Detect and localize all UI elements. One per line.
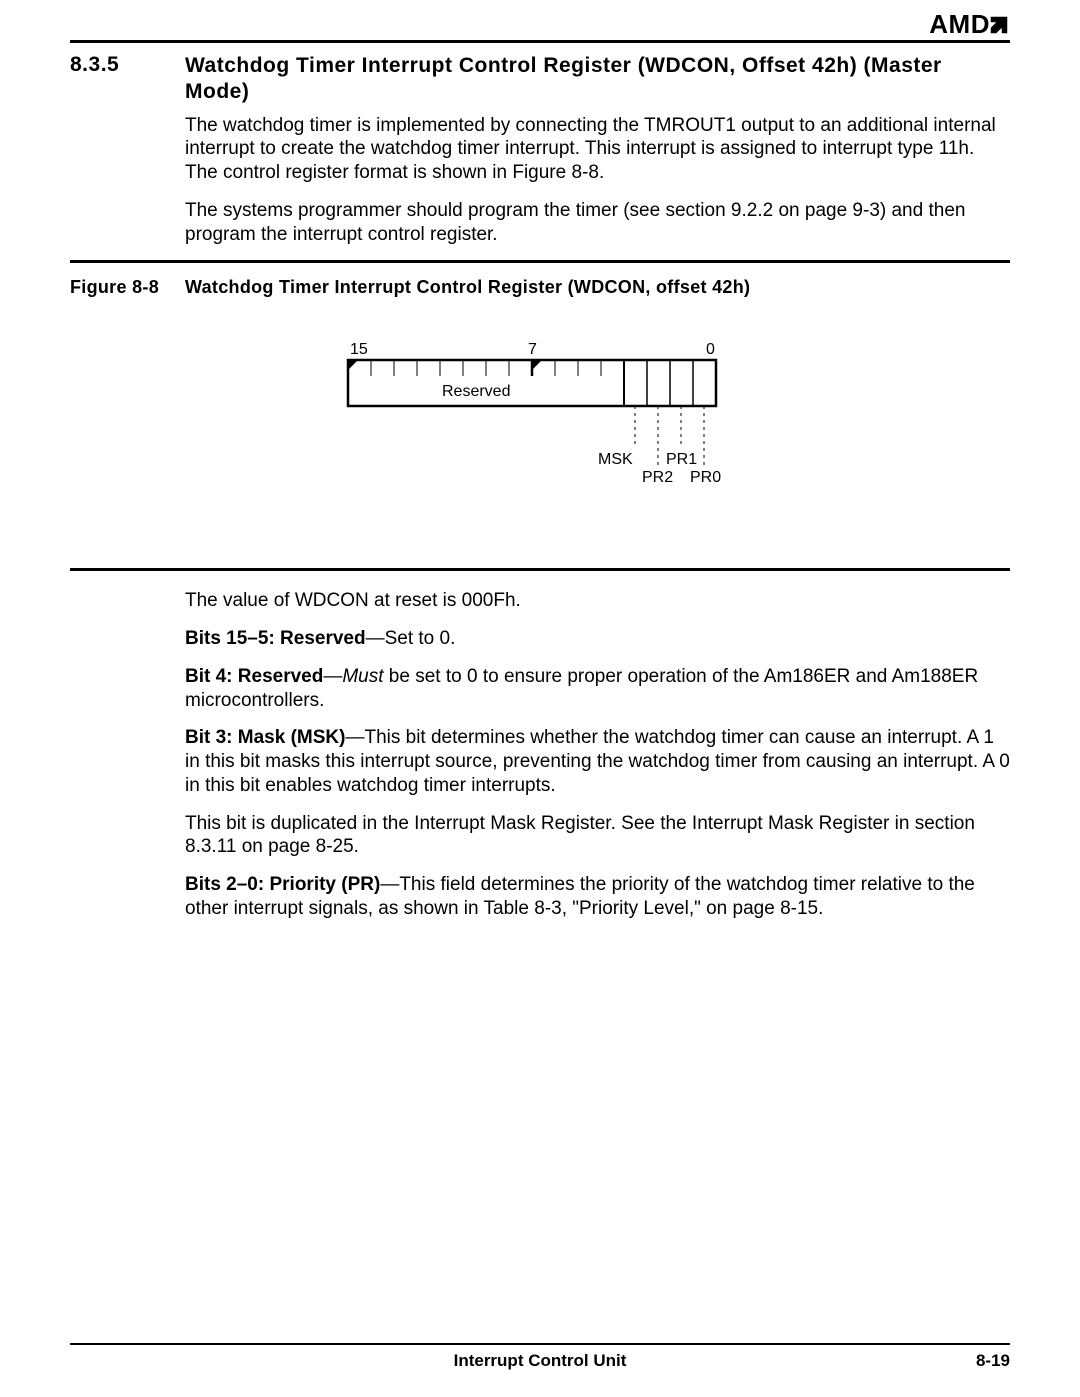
bit-3-label: Bit 3: Mask (MSK) [185, 727, 345, 748]
brand-text: AMD [929, 9, 990, 39]
section-heading: 8.3.5 Watchdog Timer Interrupt Control R… [70, 53, 1010, 106]
paragraph: Bit 3: Mask (MSK)—This bit determines wh… [185, 726, 1010, 797]
footer-rule [70, 1343, 1010, 1345]
paragraph: Bit 4: Reserved—Must be set to 0 to ensu… [185, 665, 1010, 713]
field-msk: MSK [598, 451, 633, 468]
figure-bottom-rule [70, 568, 1010, 571]
field-pr1: PR1 [666, 451, 697, 468]
brand-logo: AMD [929, 9, 1010, 40]
bits-15-5-text: —Set to 0. [366, 628, 456, 649]
paragraph: The watchdog timer is implemented by con… [185, 114, 1010, 185]
register-diagram: 15 7 0 [70, 338, 1010, 528]
paragraph: The systems programmer should program th… [185, 199, 1010, 247]
reserved-label: Reserved [442, 383, 510, 400]
paragraph: This bit is duplicated in the Interrupt … [185, 812, 1010, 860]
footer-page-number: 8-19 [976, 1351, 1010, 1371]
figure-number: Figure 8-8 [70, 277, 185, 298]
bit-label-0: 0 [706, 341, 715, 358]
bit-label-7: 7 [528, 341, 537, 358]
field-pr0: PR0 [690, 469, 721, 486]
figure-title: Watchdog Timer Interrupt Control Registe… [185, 277, 750, 298]
bit-4-dash: — [323, 666, 342, 687]
figure-top-rule [70, 260, 1010, 263]
figure-caption: Figure 8-8 Watchdog Timer Interrupt Cont… [70, 277, 1010, 298]
bit-4-label: Bit 4: Reserved [185, 666, 323, 687]
bits-15-5-label: Bits 15–5: Reserved [185, 628, 366, 649]
footer-title: Interrupt Control Unit [454, 1351, 627, 1371]
bits-2-0-label: Bits 2–0: Priority (PR) [185, 874, 380, 895]
section-number: 8.3.5 [70, 53, 185, 106]
bit-4-must: Must [342, 666, 383, 687]
paragraph: The value of WDCON at reset is 000Fh. [185, 589, 1010, 613]
paragraph: Bits 15–5: Reserved—Set to 0. [185, 627, 1010, 651]
page-footer: Interrupt Control Unit 8-19 [70, 1351, 1010, 1371]
field-pr2: PR2 [642, 469, 673, 486]
section-title: Watchdog Timer Interrupt Control Registe… [185, 53, 1010, 106]
paragraph: Bits 2–0: Priority (PR)—This field deter… [185, 873, 1010, 921]
bit-label-15: 15 [350, 341, 368, 358]
